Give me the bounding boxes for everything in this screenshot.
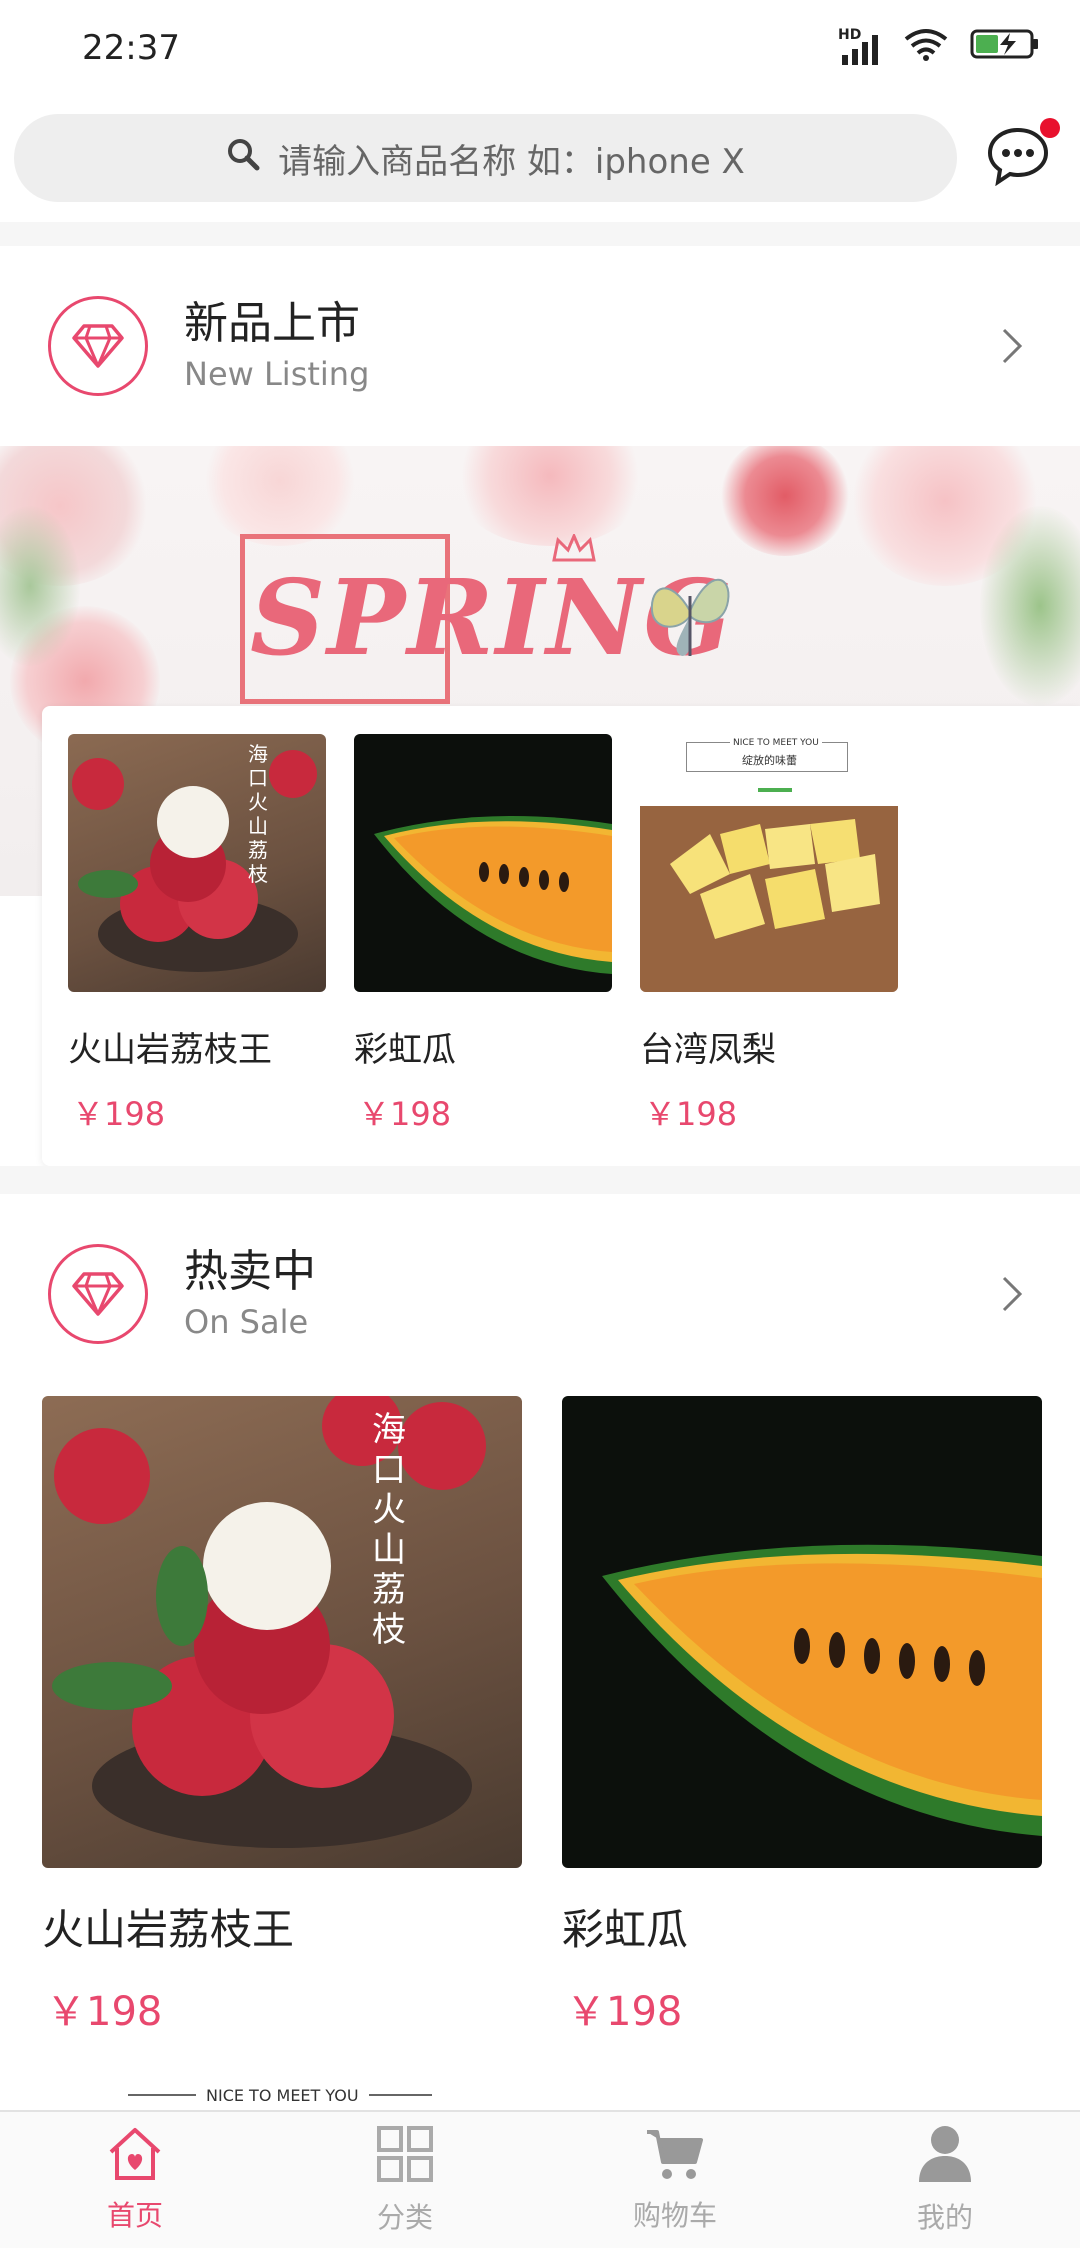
diamond-icon bbox=[48, 296, 148, 396]
tab-cart[interactable]: 购物车 bbox=[540, 2112, 810, 2248]
bottom-tab-bar: 首页 分类 购物车 我的 bbox=[0, 2110, 1080, 2248]
product-card[interactable]: 海口火山荔枝 火山岩荔枝王 ￥198 bbox=[68, 734, 326, 1135]
product-name: 彩虹瓜 bbox=[562, 1905, 689, 1954]
user-icon bbox=[917, 2124, 973, 2188]
product-price: ￥198 bbox=[358, 1095, 452, 1133]
new-listing-carousel[interactable]: 海口火山荔枝 火山岩荔枝王 ￥198 彩虹瓜 ￥198 NICE TO MEET… bbox=[42, 706, 1080, 1166]
image-header-text: NICE TO MEET YOU bbox=[196, 2086, 369, 2105]
product-price: ￥198 bbox=[566, 1989, 683, 2035]
notification-dot bbox=[1040, 118, 1060, 138]
product-name: 火山岩荔枝王 bbox=[42, 1905, 295, 1954]
cart-icon bbox=[645, 2126, 705, 2186]
message-button[interactable] bbox=[971, 110, 1066, 206]
tab-profile[interactable]: 我的 bbox=[810, 2112, 1080, 2248]
tab-label: 我的 bbox=[916, 2201, 973, 2234]
image-caption: 海口火山荔枝 bbox=[372, 1410, 406, 1650]
product-price: ￥198 bbox=[72, 1095, 166, 1133]
diamond-icon bbox=[48, 1244, 148, 1344]
product-price: ￥198 bbox=[46, 1989, 163, 2035]
status-bar: 22:37 HD bbox=[0, 0, 1080, 96]
flower-decoration bbox=[450, 446, 650, 546]
image-caption: 海口火山荔枝 bbox=[248, 742, 268, 886]
section-title: 新品上市 bbox=[184, 298, 360, 349]
crown-icon bbox=[552, 532, 596, 568]
product-name: 彩虹瓜 bbox=[354, 1030, 456, 1070]
product-image-lychee[interactable]: 海口火山荔枝 bbox=[42, 1396, 522, 1868]
product-card[interactable]: 彩虹瓜 ￥198 bbox=[562, 1396, 1042, 2037]
battery-icon bbox=[970, 27, 1040, 70]
section-title: 热卖中 bbox=[184, 1246, 316, 1297]
tab-category[interactable]: 分类 bbox=[270, 2112, 540, 2248]
header: 请输入商品名称 如：iphone X bbox=[0, 96, 1080, 220]
search-bar[interactable]: 请输入商品名称 如：iphone X bbox=[14, 114, 957, 202]
product-image-pineapple[interactable]: NICE TO MEET YOU 绽放的味蕾 bbox=[640, 734, 898, 992]
chat-bubble-icon bbox=[986, 126, 1050, 190]
next-row-preview: NICE TO MEET YOU bbox=[0, 2068, 1080, 2112]
section-subtitle: New Listing bbox=[184, 355, 370, 393]
tab-label: 购物车 bbox=[632, 2199, 717, 2232]
product-name: 火山岩荔枝王 bbox=[68, 1030, 272, 1070]
home-icon bbox=[105, 2126, 165, 2186]
tab-home[interactable]: 首页 bbox=[0, 2112, 270, 2248]
search-placeholder: 请输入商品名称 如：iphone X bbox=[278, 141, 745, 182]
section-header-new-listing[interactable]: 新品上市 New Listing bbox=[0, 246, 1080, 446]
signal-icon: HD bbox=[838, 27, 882, 65]
grid-icon bbox=[375, 2124, 435, 2188]
product-card[interactable]: 彩虹瓜 ￥198 bbox=[354, 734, 612, 1135]
divider bbox=[0, 1166, 1080, 1194]
product-image-melon[interactable] bbox=[562, 1396, 1042, 1868]
status-time: 22:37 bbox=[82, 28, 180, 68]
flower-decoration bbox=[720, 446, 850, 556]
product-card[interactable]: 海口火山荔枝 火山岩荔枝王 ￥198 bbox=[42, 1396, 522, 2037]
tab-label: 首页 bbox=[106, 2199, 163, 2232]
product-image-melon[interactable] bbox=[354, 734, 612, 992]
status-icons: HD bbox=[838, 27, 1040, 70]
butterfly-icon bbox=[640, 556, 740, 670]
product-card[interactable]: NICE TO MEET YOU 绽放的味蕾 台湾凤梨 ￥198 bbox=[640, 734, 898, 1135]
search-icon bbox=[226, 137, 260, 180]
flower-decoration bbox=[200, 446, 360, 546]
tab-label: 分类 bbox=[376, 2201, 433, 2234]
section-header-on-sale[interactable]: 热卖中 On Sale bbox=[0, 1194, 1080, 1394]
wifi-icon bbox=[904, 27, 948, 70]
product-image-lychee[interactable]: 海口火山荔枝 bbox=[68, 734, 326, 992]
chevron-right-icon[interactable] bbox=[992, 1264, 1032, 1324]
product-name: 台湾凤梨 bbox=[640, 1030, 776, 1070]
chevron-right-icon[interactable] bbox=[992, 316, 1032, 376]
section-subtitle: On Sale bbox=[184, 1303, 309, 1341]
divider bbox=[0, 222, 1080, 246]
product-price: ￥198 bbox=[644, 1095, 738, 1133]
